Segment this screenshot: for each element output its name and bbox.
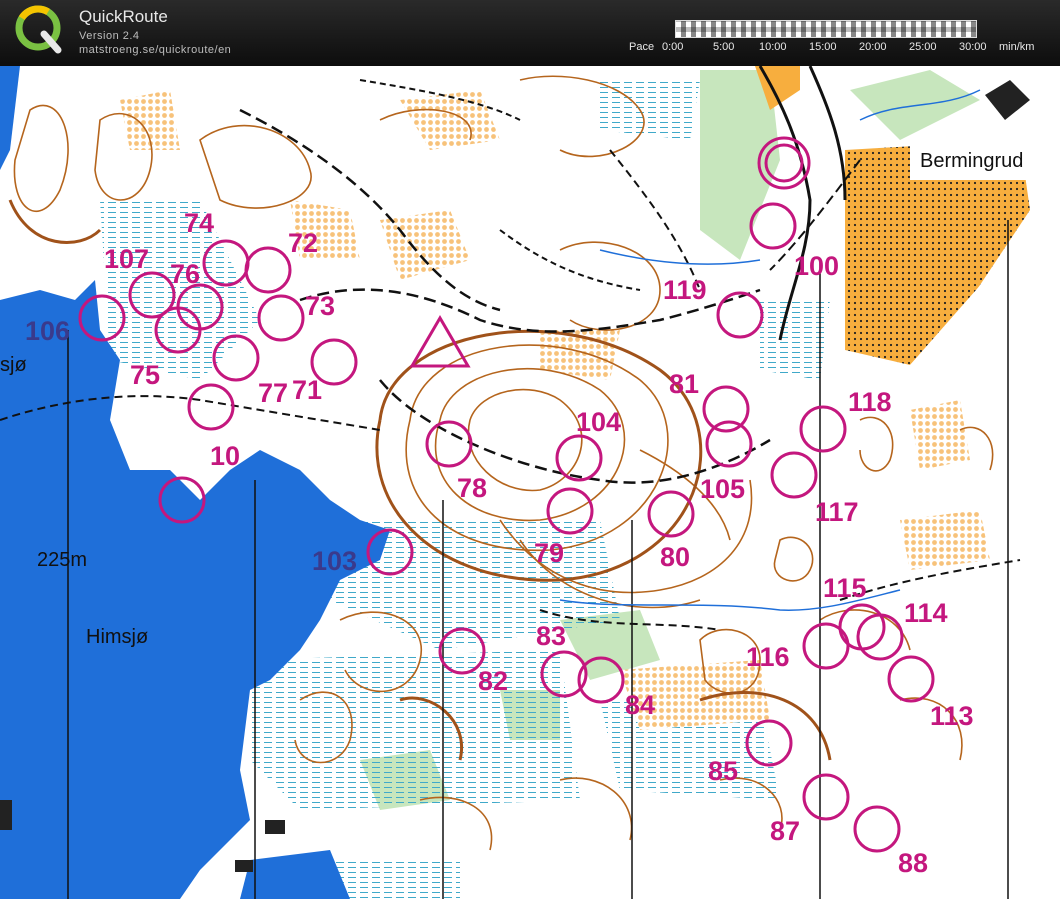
pace-tick: 15:00 [809, 41, 837, 53]
pace-color-scale [675, 20, 977, 38]
control-label: 74 [184, 208, 214, 238]
control-label: 76 [170, 259, 200, 289]
control-label: 104 [576, 407, 621, 437]
pace-tick: 5:00 [713, 41, 735, 53]
control-label: 117 [815, 497, 859, 527]
control-label: 118 [848, 387, 892, 417]
control-label: 107 [104, 244, 149, 274]
control-label: 106 [25, 316, 70, 346]
control-label: 100 [794, 251, 839, 281]
place-name-sjo-fragment: sjø [0, 354, 27, 376]
quickroute-logo-icon [15, 5, 62, 54]
pace-tick: 20:00 [859, 41, 887, 53]
app-title: QuickRoute [79, 7, 168, 26]
control-label: 81 [669, 369, 699, 399]
control-label: 10 [210, 441, 240, 471]
control-label: 116 [746, 642, 790, 672]
pace-label: Pace [629, 41, 655, 53]
pace-tick: 0:00 [662, 41, 684, 53]
control-label: 87 [770, 816, 800, 846]
control-label: 113 [930, 701, 974, 731]
control-label: 114 [904, 598, 948, 628]
pace-unit: min/km [999, 41, 1035, 53]
control-label: 119 [663, 275, 707, 305]
control-label: 85 [708, 756, 738, 786]
control-label: 78 [457, 473, 487, 503]
control-label: 73 [305, 291, 335, 321]
app-url: matstroeng.se/quickroute/en [79, 44, 232, 56]
control-label: 75 [130, 360, 160, 390]
control-label: 71 [292, 375, 322, 405]
orienteering-map[interactable]: 71 72 73 74 75 76 77 10 78 79 80 81 82 8… [0, 66, 1060, 899]
control-label: 103 [312, 546, 357, 576]
app-header: QuickRoute Version 2.4 matstroeng.se/qui… [0, 0, 1060, 66]
app-version: Version 2.4 [79, 30, 140, 42]
pace-tick: 10:00 [759, 41, 787, 53]
control-label: 77 [258, 378, 288, 408]
control-label: 83 [536, 621, 566, 651]
control-label: 105 [700, 474, 745, 504]
place-name-himsjo: Himsjø [86, 626, 148, 648]
control-label: 88 [898, 848, 928, 878]
spot-height-label: 225m [37, 549, 87, 571]
control-label: 80 [660, 542, 690, 572]
pace-tick: 30:00 [959, 41, 987, 53]
control-label: 79 [534, 538, 564, 568]
place-name-bermingrud: Bermingrud [920, 150, 1023, 172]
pace-tick: 25:00 [909, 41, 937, 53]
control-label: 84 [625, 690, 655, 720]
control-label: 72 [288, 228, 318, 258]
control-label: 115 [823, 573, 867, 603]
control-label: 82 [478, 666, 508, 696]
